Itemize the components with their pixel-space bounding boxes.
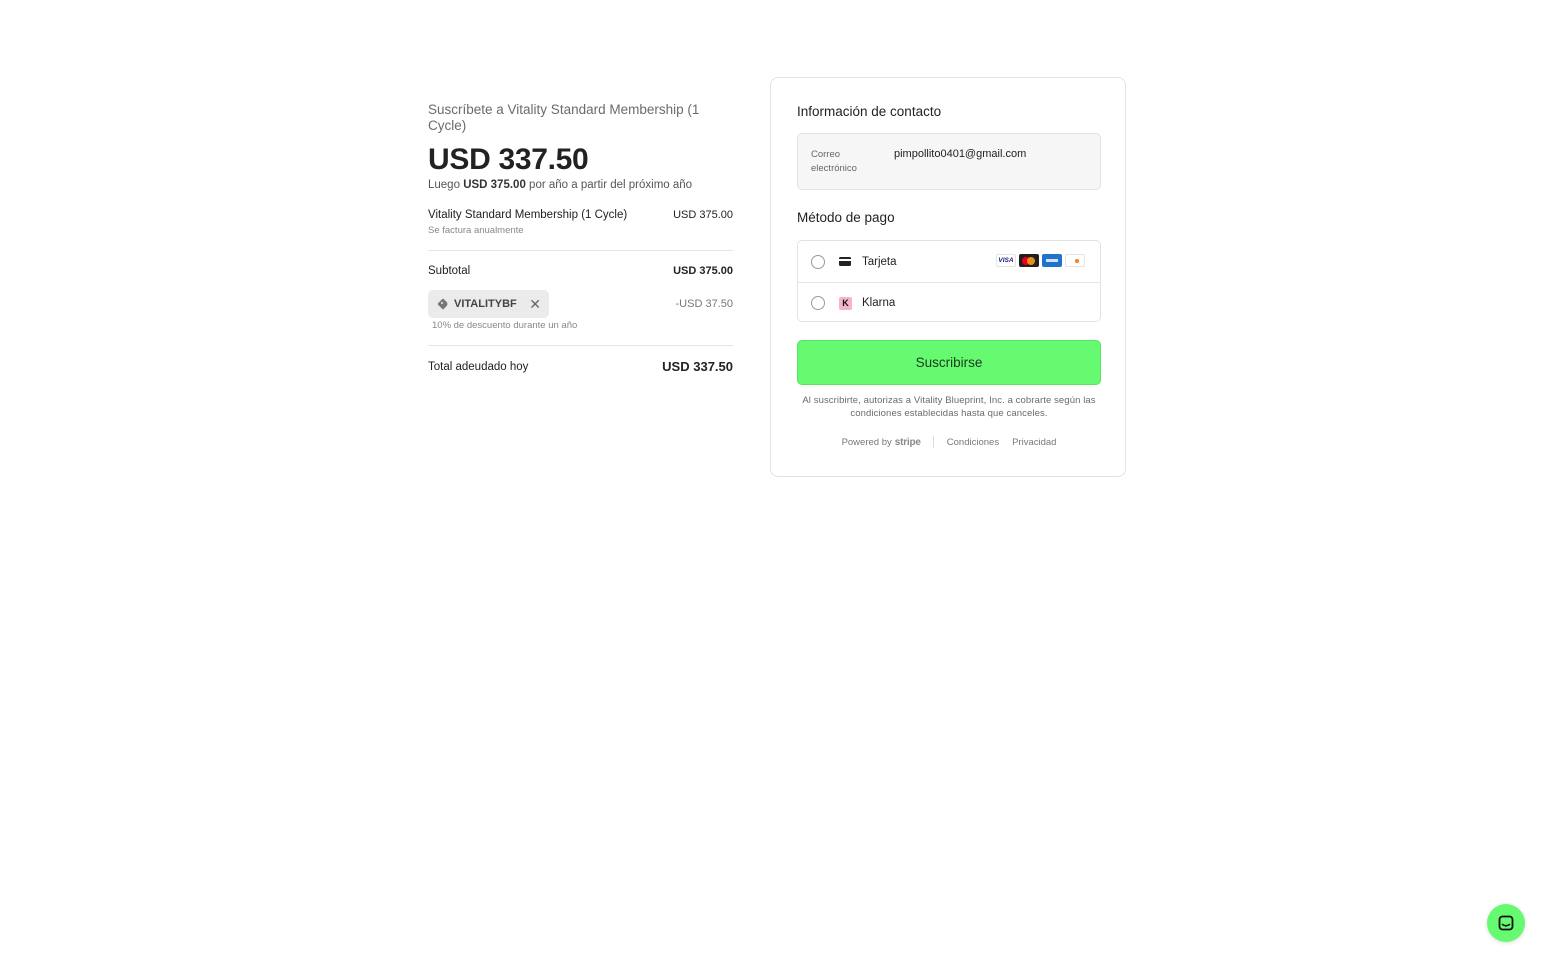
- stripe-logo: stripe: [894, 436, 921, 448]
- amex-icon: [1042, 254, 1062, 267]
- powered-by-label: Powered by: [841, 436, 892, 448]
- promo-discount-amount: -USD 37.50: [675, 298, 733, 310]
- card-brands: VISA: [996, 254, 1085, 267]
- payment-method-title: Método de pago: [797, 210, 895, 225]
- powered-by-stripe[interactable]: Powered by stripe: [842, 437, 921, 448]
- renewal-note: Luego USD 375.00 por año a partir del pr…: [428, 179, 733, 191]
- subtotal-label: Subtotal: [428, 265, 471, 277]
- payment-option-card[interactable]: Tarjeta VISA: [798, 241, 1100, 282]
- mastercard-icon: [1019, 254, 1039, 267]
- renewal-amount: USD 375.00: [463, 179, 526, 191]
- total-amount: USD 337.50: [662, 359, 733, 374]
- renewal-prefix: Luego: [428, 179, 460, 191]
- chat-icon: [1498, 915, 1514, 931]
- line-item-name: Vitality Standard Membership (1 Cycle): [428, 209, 628, 221]
- promo-code-chip: VITALITYBF ✕: [428, 290, 549, 318]
- klarna-option-label: Klarna: [862, 297, 896, 309]
- email-value: pimpollito0401@gmail.com: [894, 148, 1027, 160]
- visa-icon: VISA: [996, 254, 1016, 267]
- total-label: Total adeudado hoy: [428, 360, 529, 373]
- price-today: USD 337.50: [428, 143, 589, 176]
- card-radio[interactable]: [811, 254, 825, 269]
- contact-title: Información de contacto: [797, 104, 942, 119]
- total-row: Total adeudado hoy USD 337.50: [428, 359, 733, 374]
- terms-link[interactable]: Condiciones: [947, 437, 999, 448]
- checkout-page: Suscríbete a Vitality Standard Membershi…: [0, 0, 1541, 957]
- card-option-label: Tarjeta: [862, 255, 897, 268]
- payment-option-klarna[interactable]: K Klarna: [798, 282, 1100, 321]
- line-item-billing: Se factura anualmente: [428, 225, 524, 236]
- line-item-amount: USD 375.00: [673, 209, 733, 221]
- discover-icon: [1065, 254, 1085, 267]
- tag-icon: [438, 299, 448, 309]
- subscribe-button[interactable]: Suscribirse: [797, 340, 1101, 385]
- divider: [428, 345, 733, 346]
- footer-separator: [932, 436, 934, 448]
- checkout-footer: Powered by stripe Condiciones Privacidad: [797, 436, 1101, 448]
- checkout-card: Información de contacto Correo electróni…: [770, 77, 1126, 477]
- subtotal-row: Subtotal USD 375.00: [428, 265, 733, 277]
- promo-row: VITALITYBF ✕ -USD 37.50: [428, 290, 733, 318]
- email-label: Correo electrónico: [811, 149, 857, 174]
- payment-method-list: Tarjeta VISA K Klarna: [797, 240, 1101, 322]
- chat-launcher-button[interactable]: [1487, 904, 1525, 942]
- product-title: Suscríbete a Vitality Standard Membershi…: [428, 102, 700, 133]
- legal-text: Al suscribirte, autorizas a Vitality Blu…: [802, 395, 1096, 419]
- remove-promo-close-icon[interactable]: ✕: [529, 297, 541, 311]
- line-item: Vitality Standard Membership (1 Cycle) S…: [428, 209, 733, 236]
- klarna-icon: K: [839, 297, 852, 310]
- credit-card-icon: [839, 257, 851, 266]
- privacy-link[interactable]: Privacidad: [1012, 437, 1056, 448]
- order-summary: Suscríbete a Vitality Standard Membershi…: [428, 102, 733, 374]
- promo-code: VITALITYBF: [454, 298, 517, 310]
- klarna-radio[interactable]: [811, 296, 825, 310]
- subtotal-amount: USD 375.00: [673, 265, 733, 277]
- divider: [428, 250, 733, 251]
- promo-description: 10% de descuento durante un año: [432, 320, 578, 331]
- renewal-suffix: por año a partir del próximo año: [529, 179, 693, 191]
- email-field[interactable]: Correo electrónico pimpollito0401@gmail.…: [797, 133, 1101, 190]
